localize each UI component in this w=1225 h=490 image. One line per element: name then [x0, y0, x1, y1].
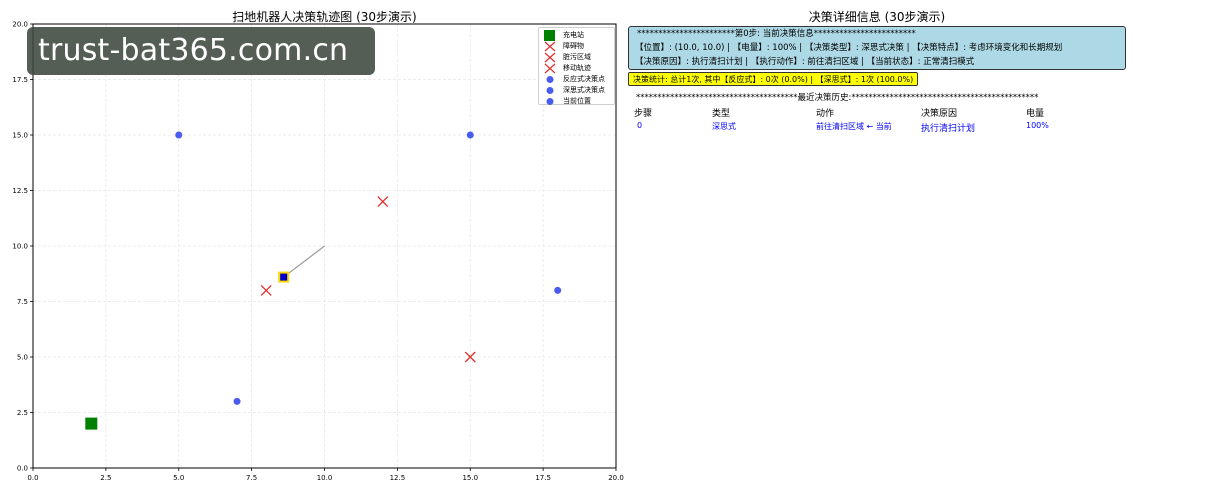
- charging-station-marker: [85, 417, 98, 430]
- y-tick-label: 17.5: [12, 76, 28, 84]
- legend-marker: [544, 41, 556, 52]
- dirty-area-marker: [175, 131, 183, 139]
- history-cell-reason: 执行清扫计划: [921, 124, 976, 134]
- legend-label: 脏污区域: [563, 53, 591, 61]
- y-tick-label: 15.0: [12, 132, 28, 140]
- legend-marker: [544, 63, 556, 74]
- legend-item: 当前位置: [542, 96, 614, 107]
- x-tick-label: 17.5: [535, 474, 551, 482]
- x-tick-label: 5.0: [173, 474, 184, 482]
- legend-marker: [546, 98, 554, 105]
- legend-item: 反应式决策点: [542, 74, 614, 85]
- history-header-reason: 决策原因: [921, 109, 958, 119]
- history-cell-action: 前往清扫区域 ← 当前: [816, 122, 892, 131]
- legend-item: 深思式决策点: [542, 85, 614, 96]
- decision-stats-badge: 决策统计: 总计1次, 其中【反应式】: 0次 (0.0%) | 【深思式】: …: [628, 72, 919, 86]
- legend-marker: [546, 76, 554, 83]
- legend-item: 充电站: [542, 30, 614, 41]
- dirty-area-marker: [466, 131, 474, 139]
- y-tick-label: 12.5: [12, 187, 28, 195]
- history-header-step: 步骤: [634, 109, 653, 119]
- history-header-type: 类型: [712, 109, 731, 119]
- y-tick-label: 7.5: [17, 298, 28, 306]
- y-tick-label: 2.5: [17, 409, 28, 417]
- y-tick-label: 0.0: [17, 465, 28, 473]
- info-position-line: 【位置】: (10.0, 10.0) | 【电量】: 100% | 【决策类型】…: [635, 43, 1063, 53]
- history-header-battery: 电量: [1026, 109, 1045, 119]
- legend-marker: [544, 52, 556, 63]
- legend-marker: [546, 87, 554, 94]
- x-tick-label: 10.0: [317, 474, 333, 482]
- legend-label: 当前位置: [563, 97, 591, 105]
- legend-item: 移动轨迹: [542, 63, 614, 74]
- legend-label: 移动轨迹: [563, 64, 591, 72]
- history-cell-type: 深思式: [712, 122, 736, 131]
- history-header-action: 动作: [816, 109, 835, 119]
- legend-marker: [544, 30, 555, 41]
- y-tick-label: 5.0: [17, 354, 28, 362]
- x-tick-label: 12.5: [390, 474, 406, 482]
- x-tick-label: 2.5: [100, 474, 111, 482]
- history-cell-step: 0: [637, 121, 643, 130]
- x-tick-label: 0.0: [27, 474, 38, 482]
- trajectory-line: [283, 245, 325, 278]
- info-reason-line: 【决策原因】: 执行清扫计划 | 【执行动作】: 前往清扫区域 | 【当前状态】…: [635, 57, 975, 67]
- legend-label: 深思式决策点: [563, 86, 605, 94]
- x-tick-label: 7.5: [246, 474, 257, 482]
- legend-label: 充电站: [563, 31, 584, 39]
- history-cell-battery: 100%: [1026, 121, 1049, 130]
- legend-item: 障碍物: [542, 41, 614, 52]
- legend-item: 脏污区域: [542, 52, 614, 63]
- history-title: **************************************最近…: [636, 93, 1039, 103]
- y-tick-label: 10.0: [12, 243, 28, 251]
- details-title: 决策详细信息 (30步演示): [808, 10, 946, 24]
- watermark: trust-bat365.com.cn: [27, 27, 375, 75]
- obstacle-marker: [377, 196, 389, 208]
- x-tick-label: 15.0: [462, 474, 478, 482]
- legend-label: 反应式决策点: [563, 75, 605, 83]
- info-header-line: ***********************第0步: 当前决策信息******…: [637, 29, 916, 39]
- obstacle-marker: [260, 284, 272, 296]
- dirty-area-marker: [554, 286, 562, 294]
- x-tick-label: 20.0: [608, 474, 624, 482]
- current-position-marker: [278, 271, 290, 283]
- chart-legend: 充电站障碍物脏污区域移动轨迹反应式决策点 深思式决策点 当前位置: [538, 27, 615, 105]
- current-decision-box: ***********************第0步: 当前决策信息******…: [628, 26, 1126, 70]
- y-tick-label: 20.0: [12, 21, 28, 29]
- legend-label: 障碍物: [563, 42, 584, 50]
- dirty-area-marker: [233, 397, 241, 405]
